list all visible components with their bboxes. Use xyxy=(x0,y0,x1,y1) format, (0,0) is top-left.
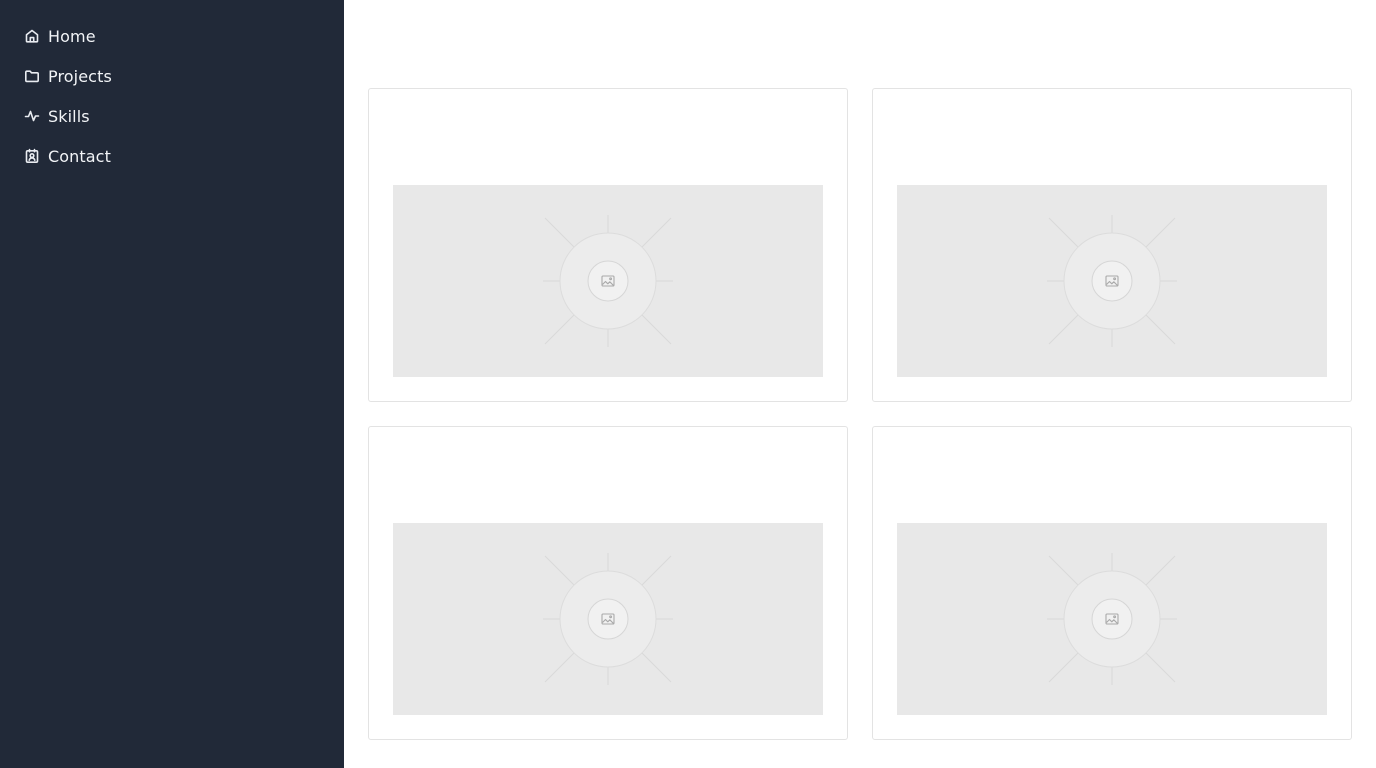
card-image-placeholder xyxy=(897,523,1327,715)
image-placeholder-icon xyxy=(1047,215,1177,347)
sidebar-item-label: Contact xyxy=(48,146,111,166)
contact-icon xyxy=(24,148,40,164)
image-placeholder-icon xyxy=(543,215,673,347)
app-root: Home Projects Skills Contact xyxy=(0,0,1376,768)
image-placeholder-icon xyxy=(1047,553,1177,685)
card-image-placeholder xyxy=(393,185,823,377)
card-image-placeholder xyxy=(393,523,823,715)
project-grid xyxy=(368,88,1352,740)
sidebar-item-home[interactable]: Home xyxy=(0,16,344,56)
project-card[interactable] xyxy=(368,88,848,402)
sidebar-item-label: Projects xyxy=(48,66,112,86)
sidebar-item-projects[interactable]: Projects xyxy=(0,56,344,96)
project-card[interactable] xyxy=(872,426,1352,740)
sidebar: Home Projects Skills Contact xyxy=(0,0,344,768)
home-icon xyxy=(24,28,40,44)
activity-icon xyxy=(24,108,40,124)
sidebar-item-contact[interactable]: Contact xyxy=(0,136,344,176)
project-card[interactable] xyxy=(872,88,1352,402)
folder-icon xyxy=(24,68,40,84)
card-image-placeholder xyxy=(897,185,1327,377)
sidebar-item-label: Home xyxy=(48,26,96,46)
project-card[interactable] xyxy=(368,426,848,740)
sidebar-item-skills[interactable]: Skills xyxy=(0,96,344,136)
sidebar-item-label: Skills xyxy=(48,106,90,126)
image-placeholder-icon xyxy=(543,553,673,685)
main-content xyxy=(344,0,1376,768)
